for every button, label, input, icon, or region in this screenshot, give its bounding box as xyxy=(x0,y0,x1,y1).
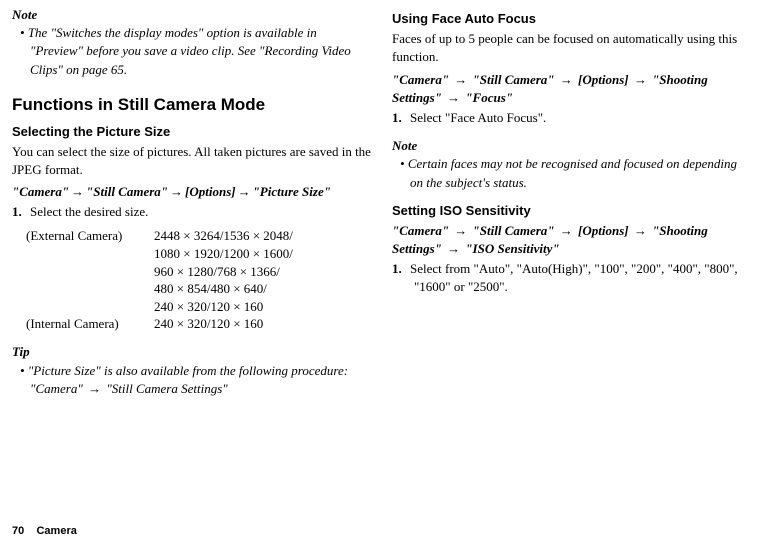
step-1-focus: 1.Select "Face Auto Focus". xyxy=(392,109,752,127)
arrow-icon: → xyxy=(69,184,86,199)
footer-section: Camera xyxy=(36,525,76,537)
path-seg: "Camera" xyxy=(392,223,449,238)
step-1-iso: 1.Select from "Auto", "Auto(High)", "100… xyxy=(392,260,752,296)
path-seg: "Camera" xyxy=(30,381,83,396)
arrow-icon: → xyxy=(168,184,185,199)
right-column: Using Face Auto Focus Faces of up to 5 p… xyxy=(392,6,752,520)
tip-label: Tip xyxy=(12,343,372,361)
arrow-icon: → xyxy=(452,72,469,87)
path-seg: [Options] xyxy=(578,72,629,87)
internal-camera-values: 240 × 320/120 × 160 xyxy=(154,315,263,333)
left-column: Note • The "Switches the display modes" … xyxy=(12,6,372,520)
tip-path: "Camera" → "Still Camera Settings" xyxy=(12,380,372,398)
path-seg: [Options] xyxy=(185,184,236,199)
nav-path-focus: "Camera" → "Still Camera" → [Options] → … xyxy=(392,71,752,107)
sizes-table: (External Camera) 2448 × 3264/1536 × 204… xyxy=(26,227,372,333)
arrow-icon: → xyxy=(558,72,575,87)
note-text: The "Switches the display modes" option … xyxy=(28,25,351,76)
note-text-2: Certain faces may not be recognised and … xyxy=(408,156,737,189)
picture-size-body: You can select the size of pictures. All… xyxy=(12,143,372,179)
subheading-iso: Setting ISO Sensitivity xyxy=(392,202,752,220)
tip-body: • "Picture Size" is also available from … xyxy=(12,362,372,380)
step-text: Select "Face Auto Focus". xyxy=(410,110,546,125)
path-seg: "Camera" xyxy=(392,72,449,87)
face-auto-focus-body: Faces of up to 5 people can be focused o… xyxy=(392,30,752,66)
arrow-icon: → xyxy=(632,72,649,87)
arrow-icon: → xyxy=(558,223,575,238)
size-value: 240 × 320/120 × 160 xyxy=(154,298,293,316)
arrow-icon: → xyxy=(445,241,462,256)
external-camera-label: (External Camera) xyxy=(26,227,154,315)
subheading-picture-size: Selecting the Picture Size xyxy=(12,123,372,141)
arrow-icon: → xyxy=(86,381,103,396)
step-text: Select the desired size. xyxy=(30,204,148,219)
size-value: 1080 × 1920/1200 × 1600/ xyxy=(154,245,293,263)
internal-camera-row: (Internal Camera) 240 × 320/120 × 160 xyxy=(26,315,372,333)
arrow-icon: → xyxy=(236,184,253,199)
tip-text: "Picture Size" is also available from th… xyxy=(28,363,348,378)
arrow-icon: → xyxy=(632,223,649,238)
path-seg: "Still Camera" xyxy=(86,184,168,199)
step-text: Select from "Auto", "Auto(High)", "100",… xyxy=(410,261,738,294)
internal-camera-label: (Internal Camera) xyxy=(26,315,154,333)
step-number: 1. xyxy=(392,260,410,278)
step-1: 1.Select the desired size. xyxy=(12,203,372,221)
size-value: 2448 × 3264/1536 × 2048/ xyxy=(154,227,293,245)
arrow-icon: → xyxy=(445,90,462,105)
path-seg: "Camera" xyxy=(12,184,69,199)
nav-path-iso: "Camera" → "Still Camera" → [Options] → … xyxy=(392,222,752,258)
size-value: 240 × 320/120 × 160 xyxy=(154,315,263,333)
path-seg: "Still Camera Settings" xyxy=(106,381,227,396)
external-camera-values: 2448 × 3264/1536 × 2048/ 1080 × 1920/120… xyxy=(154,227,293,315)
path-seg: "Still Camera" xyxy=(473,223,555,238)
size-value: 960 × 1280/768 × 1366/ xyxy=(154,263,293,281)
path-seg: [Options] xyxy=(578,223,629,238)
step-number: 1. xyxy=(12,203,30,221)
page-number: 70 xyxy=(12,525,24,537)
note-body-2: • Certain faces may not be recognised an… xyxy=(392,155,752,191)
page-footer: 70 Camera xyxy=(0,520,764,539)
path-seg: "Focus" xyxy=(465,90,513,105)
note-label-2: Note xyxy=(392,137,752,155)
size-value: 480 × 854/480 × 640/ xyxy=(154,280,293,298)
note-body: • The "Switches the display modes" optio… xyxy=(12,24,372,79)
arrow-icon: → xyxy=(452,223,469,238)
path-seg: "Picture Size" xyxy=(253,184,331,199)
note-label: Note xyxy=(12,6,372,24)
subheading-face-auto-focus: Using Face Auto Focus xyxy=(392,10,752,28)
path-seg: "Still Camera" xyxy=(473,72,555,87)
nav-path-picture-size: "Camera"→"Still Camera"→[Options]→"Pictu… xyxy=(12,183,372,201)
section-heading: Functions in Still Camera Mode xyxy=(12,93,372,117)
external-camera-row: (External Camera) 2448 × 3264/1536 × 204… xyxy=(26,227,372,315)
path-seg: "ISO Sensitivity" xyxy=(465,241,559,256)
step-number: 1. xyxy=(392,109,410,127)
page-content: Note • The "Switches the display modes" … xyxy=(0,0,764,520)
